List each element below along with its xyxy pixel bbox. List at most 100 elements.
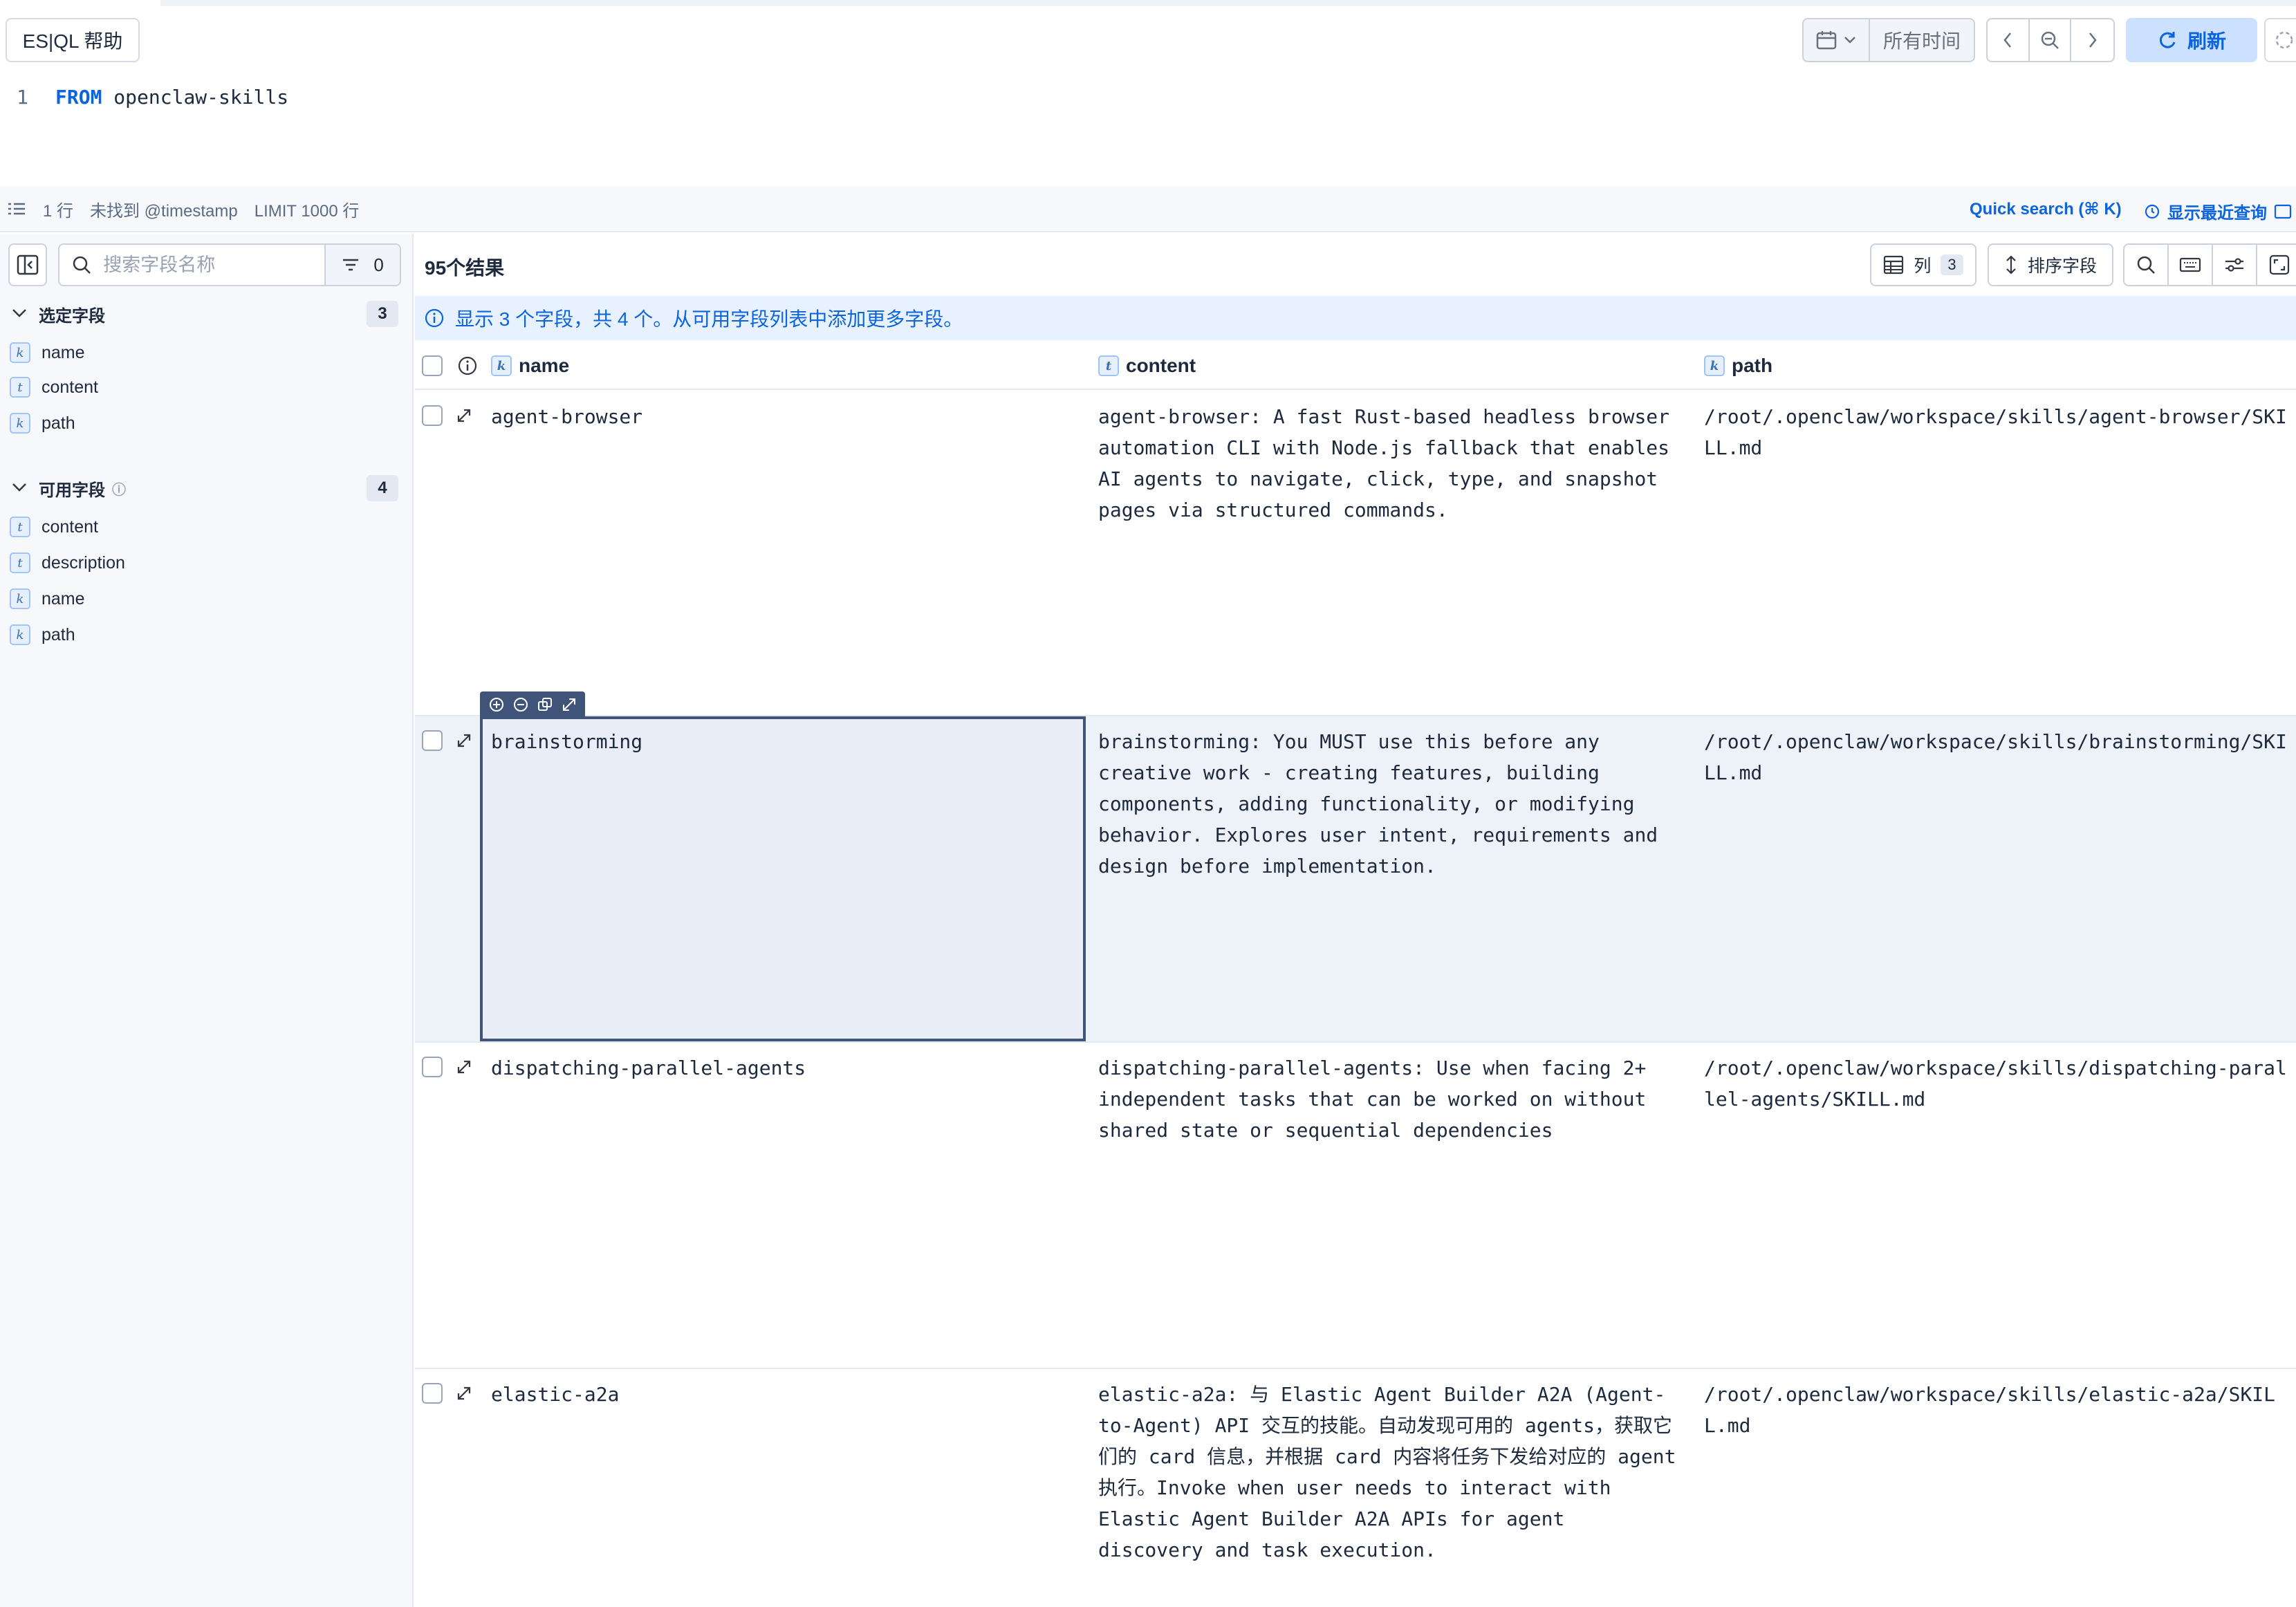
row-count: 1 行	[43, 201, 74, 221]
available-field-item[interactable]: k name	[10, 584, 85, 614]
sort-fields-button[interactable]: 排序字段	[1988, 243, 2113, 286]
selected-fields-title: 选定字段	[39, 306, 105, 326]
status-bar: 1 行 未找到 @timestamp LIMIT 1000 行 Quick se…	[0, 187, 2296, 232]
timestamp-warning: 未找到 @timestamp	[90, 201, 238, 221]
row-checkbox[interactable]	[422, 405, 443, 426]
column-header-name[interactable]: k name	[491, 342, 569, 390]
cell-path[interactable]: /root/.openclaw/workspace/skills/brainst…	[1704, 726, 2292, 788]
esql-help-button[interactable]: ES|QL 帮助	[6, 18, 140, 62]
zoom-out-icon[interactable]	[2030, 19, 2072, 61]
expand-icon[interactable]	[452, 1055, 476, 1079]
field-name: name	[41, 588, 85, 609]
panel-icon[interactable]	[2274, 203, 2292, 220]
cell-actions	[480, 691, 585, 718]
keyword-type-icon: k	[10, 342, 30, 363]
chevron-right-icon[interactable]	[2071, 19, 2113, 61]
query-index: openclaw-skills	[113, 86, 289, 109]
available-field-item[interactable]: t content	[10, 512, 98, 542]
row-checkbox[interactable]	[422, 1057, 443, 1077]
search-icon[interactable]	[2124, 245, 2169, 285]
settings-sliders-icon[interactable]	[2213, 245, 2258, 285]
field-filter-button[interactable]: 0	[324, 245, 400, 285]
fullscreen-icon[interactable]	[2257, 245, 2296, 285]
cell-name[interactable]: dispatching-parallel-agents	[491, 1052, 1086, 1084]
table-row: elastic-a2a elastic-a2a: 与 Elastic Agent…	[415, 1369, 2296, 1607]
field-search-input[interactable]	[103, 254, 325, 276]
text-type-icon: t	[10, 552, 30, 573]
chevron-down-icon	[11, 304, 39, 324]
info-icon	[425, 308, 444, 328]
expand-icon[interactable]	[452, 404, 476, 427]
row-checkbox[interactable]	[422, 1383, 443, 1404]
filter-out-icon[interactable]	[512, 696, 529, 713]
column-header-label: content	[1126, 355, 1196, 376]
selected-field-item[interactable]: t content	[10, 372, 98, 402]
copy-icon[interactable]	[537, 696, 553, 713]
filter-icon	[343, 259, 359, 271]
column-header-label: path	[1732, 355, 1773, 376]
cell-path[interactable]: /root/.openclaw/workspace/skills/elastic…	[1704, 1379, 2292, 1441]
columns-button[interactable]: 列 3	[1870, 243, 1976, 286]
cell-name[interactable]: elastic-a2a	[491, 1379, 1086, 1410]
column-header-content[interactable]: t content	[1098, 342, 1196, 390]
time-range-label[interactable]: 所有时间	[1870, 26, 1974, 54]
top-strip	[160, 0, 2296, 6]
time-picker[interactable]: 所有时间	[1802, 18, 1975, 62]
keyword-type-icon: k	[10, 588, 30, 609]
recent-queries-link[interactable]: 显示最近查询	[2144, 199, 2292, 223]
grid-tools	[2123, 243, 2296, 286]
available-field-item[interactable]: t description	[10, 548, 125, 578]
table-row: agent-browser agent-browser: A fast Rust…	[415, 391, 2296, 716]
query-line[interactable]: FROM openclaw-skills	[55, 86, 288, 109]
cell-name[interactable]: agent-browser	[491, 401, 1086, 432]
time-nav-group	[1986, 18, 2115, 62]
calendar-icon[interactable]	[1804, 19, 1870, 61]
auto-refresh-button[interactable]	[2264, 18, 2296, 62]
search-icon	[59, 255, 103, 275]
table-row: dispatching-parallel-agents dispatching-…	[415, 1043, 2296, 1369]
collapse-sidebar-button[interactable]	[8, 243, 47, 286]
callout-text: 显示 3 个字段，共 4 个。从可用字段列表中添加更多字段。	[455, 308, 963, 330]
refresh-button[interactable]: 刷新	[2126, 18, 2257, 62]
focused-cell[interactable]	[480, 716, 1086, 1041]
cell-content[interactable]: brainstorming: You MUST use this before …	[1098, 726, 1679, 882]
select-all-checkbox[interactable]	[422, 342, 443, 390]
row-checkbox[interactable]	[422, 730, 443, 751]
keyword-type-icon: k	[10, 624, 30, 645]
keyboard-icon[interactable]	[2169, 245, 2214, 285]
quick-search-link[interactable]: Quick search (⌘ K)	[1970, 199, 2122, 219]
filter-in-icon[interactable]	[488, 696, 505, 713]
expand-icon[interactable]	[452, 729, 476, 752]
columns-count: 3	[1941, 254, 1963, 275]
text-type-icon: t	[10, 377, 30, 398]
cell-content[interactable]: agent-browser: A fast Rust-based headles…	[1098, 401, 1679, 526]
collapse-icon	[17, 254, 39, 275]
available-fields-count: 4	[367, 475, 398, 501]
available-fields-header[interactable]: 可用字段 ⓘ 4	[11, 472, 398, 505]
cell-path[interactable]: /root/.openclaw/workspace/skills/dispatc…	[1704, 1052, 2292, 1115]
cell-path[interactable]: /root/.openclaw/workspace/skills/agent-b…	[1704, 401, 2292, 463]
chevron-left-icon[interactable]	[1988, 19, 2030, 61]
filter-count: 0	[373, 254, 384, 275]
field-name: path	[41, 413, 75, 433]
recent-queries-label: 显示最近查询	[2167, 204, 2267, 223]
cell-content[interactable]: elastic-a2a: 与 Elastic Agent Builder A2A…	[1098, 1379, 1679, 1566]
cell-name[interactable]: brainstorming	[491, 726, 1086, 757]
expand-cell-icon[interactable]	[561, 696, 577, 713]
help-icon[interactable]: ⓘ	[112, 479, 126, 499]
keyword-type-icon: k	[1704, 355, 1725, 376]
history-icon	[2145, 204, 2160, 219]
expand-icon[interactable]	[452, 1382, 476, 1405]
list-icon[interactable]	[7, 201, 26, 216]
cell-content[interactable]: dispatching-parallel-agents: Use when fa…	[1098, 1052, 1679, 1146]
selected-field-item[interactable]: k name	[10, 337, 85, 368]
keyword-type-icon: k	[10, 413, 30, 434]
info-icon[interactable]	[458, 342, 477, 390]
columns-label: 列	[1914, 257, 1932, 276]
selected-fields-header[interactable]: 选定字段 3	[11, 297, 398, 331]
column-header-path[interactable]: k path	[1704, 342, 1772, 390]
chevron-down-icon	[1844, 37, 1855, 44]
selected-field-item[interactable]: k path	[10, 408, 75, 438]
available-field-item[interactable]: k path	[10, 620, 75, 650]
field-name: name	[41, 342, 85, 362]
